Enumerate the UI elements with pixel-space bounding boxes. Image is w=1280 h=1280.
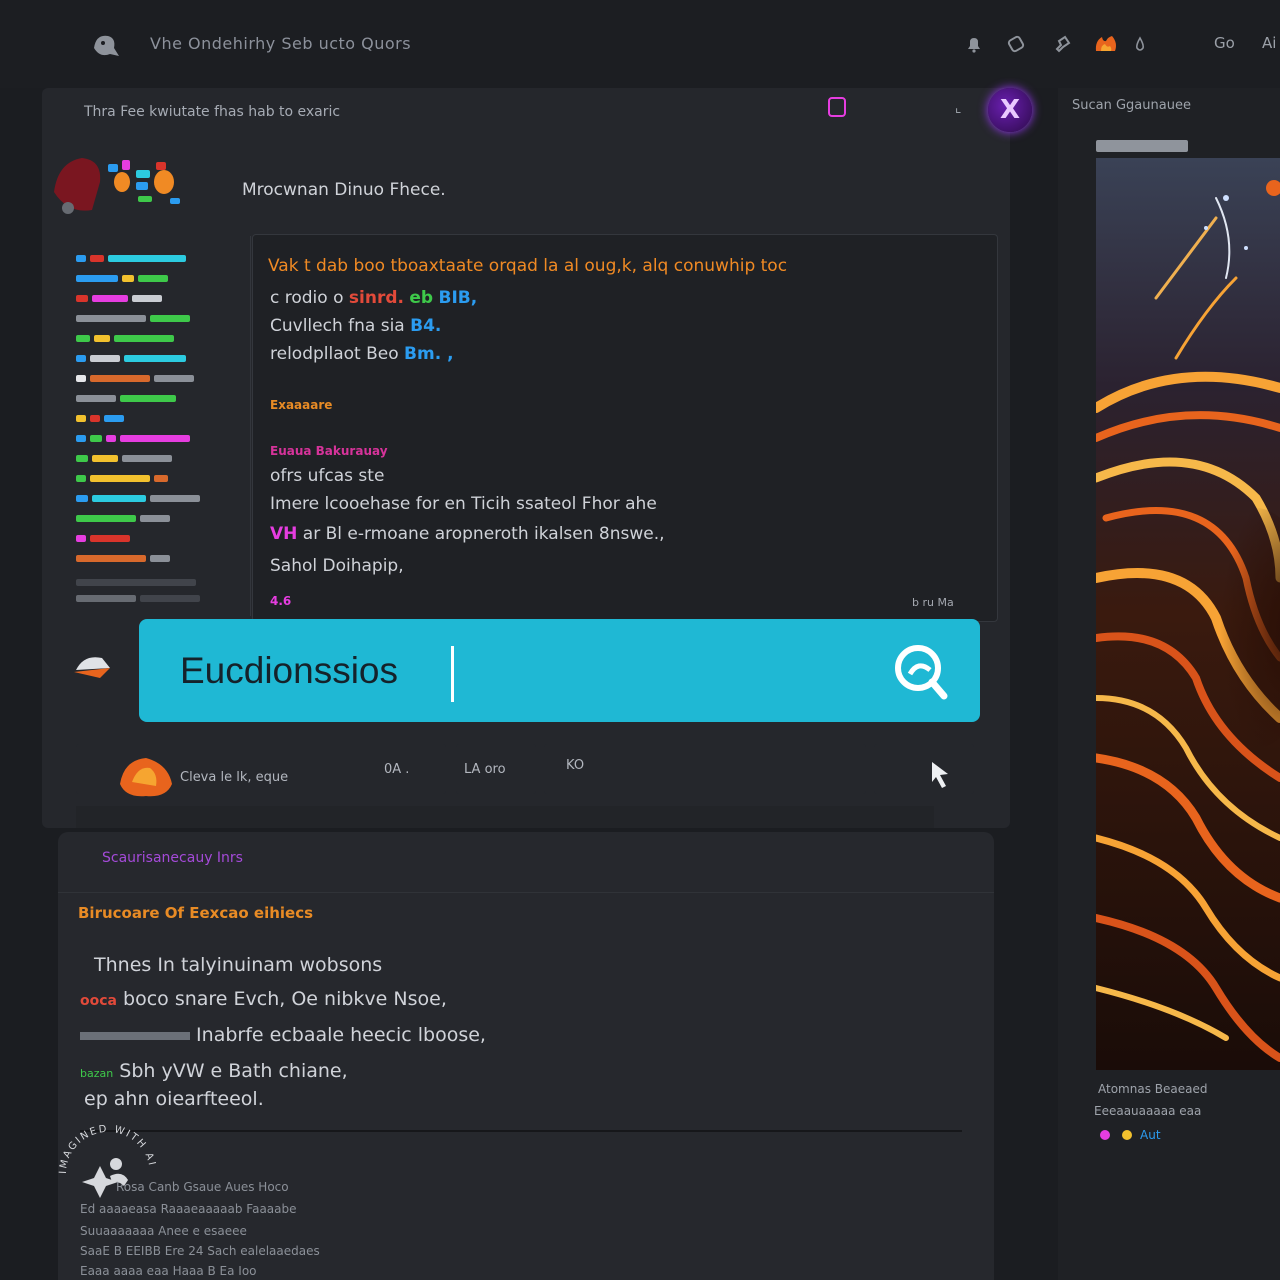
card-line-2-text: Cuvllech fna sia [270,316,405,336]
lower-rule [80,1130,962,1132]
list-item[interactable] [76,492,200,504]
strip-action-button[interactable] [874,744,974,794]
strip-cell-4[interactable] [544,744,866,794]
search-input[interactable]: Eucdionssios [180,650,398,692]
lower-line-2: ooca boco snare Evch, Oe nibkve Nsoe, [80,988,447,1010]
lower-tab[interactable]: Scaurisanecauy Inrs [102,850,243,866]
card-line-1-highlight: sinrd. [348,288,404,308]
card-foot-right: b ru Ma [912,596,954,609]
record-icon[interactable] [828,97,846,117]
card-subheading-pink: Euaua Bakurauay [270,444,388,458]
flame-avatar-icon [120,758,172,797]
strip-shadow [76,806,934,828]
left-list [62,236,251,616]
list-item[interactable] [76,452,172,464]
list-item[interactable] [76,512,170,524]
right-meta-1: Atomnas Beaeaed [1098,1082,1208,1096]
lower-line-2-text: boco snare Evch, Oe nibkve Nsoe, [123,988,447,1010]
right-meta-2: Eeeaauaaaaa eaa [1094,1104,1202,1118]
drop-icon[interactable] [1126,30,1154,58]
card-line-1-highlight-green: eb [409,288,434,308]
status-dot-yellow [1122,1130,1132,1140]
search-icon[interactable] [888,634,956,706]
watermark-text: IMAGINED WITH AI [58,1124,155,1174]
list-item[interactable] [76,292,162,304]
topbar-text-ai[interactable]: Ai [1262,34,1276,52]
card-subheading-orange: Exaaaare [270,398,333,412]
lower-line-5: ep ahn oiearfteeol. [84,1088,264,1110]
card-line-1-text: c rodio o [270,288,344,308]
card-line-3: relodpllaot Beo Bm. , [270,344,454,364]
strip-cell-3-label: LA oro [464,762,506,777]
list-item[interactable] [76,312,190,324]
flame-icon[interactable] [1092,30,1120,58]
ai-watermark-seal: IMAGINED WITH AI [58,1124,157,1198]
list-item[interactable] [76,592,200,604]
list-item[interactable] [76,552,170,564]
card-line-2-highlight: B4. [410,316,442,336]
strip-cell-1-label: Cleva le lk, eque [180,770,289,785]
tag-icon[interactable] [1002,30,1030,58]
pin-icon[interactable] [1048,30,1076,58]
right-meta-3: Aut [1140,1128,1161,1142]
card-line-6-text: ar Bl e-rmoane aropneroth ikalsen 8nswe.… [302,524,665,544]
list-item[interactable] [76,576,196,588]
close-badge-icon[interactable]: X [988,88,1032,132]
lower-line-4-text: Sbh yVW e Bath chiane, [119,1060,348,1082]
card-line-5: Imere lcooehase for en Ticih ssateol Fho… [270,494,657,514]
app-logo-icon[interactable] [86,26,126,66]
list-item[interactable] [76,252,186,264]
list-item[interactable] [76,272,168,284]
lower-line-4: bazan Sbh yVW e Bath chiane, [80,1060,348,1082]
panel-header: Thra Fee kwiutate fhas hab to exaric [84,104,341,120]
lower-chip-1: ooca [80,993,117,1009]
card-line-6-highlight: VH [270,524,298,544]
lower-heading: Birucoare Of Eexcao eihiecs [78,904,314,922]
status-dot-pink [1100,1130,1110,1140]
chevron-left-icon[interactable]: ⌞ [955,100,962,116]
card-foot-left: 4.6 [270,594,292,608]
card-headline: Vak t dab boo tboaxtaate orqad la al oug… [268,256,788,276]
lower-footer-row-5: Eaaa aaaa eaa Haaa B Ea Ioo [80,1264,257,1278]
card-line-6: VH ar Bl e-rmoane aropneroth ikalsen 8ns… [270,524,665,544]
right-panel-title: Sucan Ggaunauee [1072,98,1191,113]
card-line-7: Sahol Doihapip, [270,556,404,576]
list-item[interactable] [76,432,190,444]
lower-divider [58,892,994,893]
svg-text:IMAGINED WITH AI: IMAGINED WITH AI [58,1124,157,1174]
lower-line-3: Inabrfe ecbaale heecic lboose, [80,1024,486,1046]
lower-chip-3: bazan [80,1067,114,1080]
lower-footer-row-4: SaaE B EEIBB Ere 24 Sach ealelaaedaes [80,1244,320,1258]
card-line-3-highlight: Bm. , [404,344,454,364]
thumbnail-art [54,158,180,214]
strip-cell-2-label: 0A . [384,762,410,777]
strip-cell-4-label: KO [566,758,585,773]
card-line-2: Cuvllech fna sia B4. [270,316,441,336]
list-item[interactable] [76,332,174,344]
fire-artwork-image[interactable] [1096,158,1280,1070]
lower-line-3-text: Inabrfe ecbaale heecic lboose, [196,1024,486,1046]
list-item[interactable] [76,352,186,364]
card-line-1-highlight-blue: BIB, [438,288,478,308]
topbar-text-go[interactable]: Go [1214,34,1235,52]
list-item[interactable] [76,472,168,484]
list-item[interactable] [76,392,176,404]
pointer-icon[interactable] [926,758,954,790]
list-item[interactable] [76,532,130,544]
list-item[interactable] [76,412,124,424]
right-panel-subtitle-bar [1096,140,1188,152]
list-item[interactable] [76,372,194,384]
card-line-4: ofrs ufcas ste [270,466,385,486]
card-line-3-text: relodpllaot Beo [270,344,399,364]
lower-line-1: Thnes In talyinuinam wobsons [94,954,383,976]
bell-icon[interactable] [960,30,988,58]
cap-icon[interactable] [70,648,116,688]
text-caret [451,646,454,702]
lower-chip-placeholder [80,1031,190,1040]
card-line-1: c rodio o sinrd. eb BIB, [270,288,477,308]
app-title: Vhe Ondehirhy Seb ucto Quors [150,34,412,53]
section-title: Mrocwnan Dinuo Fhece. [242,180,446,200]
